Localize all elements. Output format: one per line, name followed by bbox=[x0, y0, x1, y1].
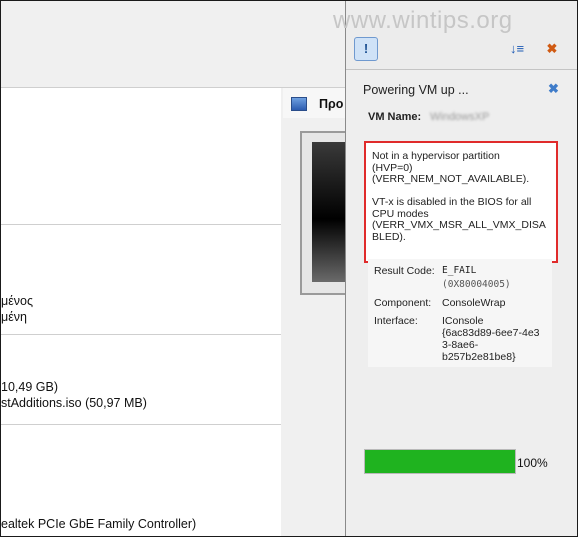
progress-bar bbox=[364, 449, 516, 474]
result-code-label: Result Code: bbox=[374, 265, 435, 277]
error-details-box: Result Code: E_FAIL (0X80004005) Compone… bbox=[368, 259, 552, 367]
detail-line: stAdditions.iso (50,97 MB) bbox=[1, 396, 147, 410]
detail-line: μένη bbox=[1, 310, 27, 324]
vm-details-pane: μένος μένη 10,49 GB) stAdditions.iso (50… bbox=[1, 1, 350, 536]
toolbar-area bbox=[1, 1, 345, 87]
interface-label: Interface: bbox=[374, 315, 418, 327]
error-message-box: Not in a hypervisor partition (HVP=0) (V… bbox=[364, 141, 558, 263]
notification-center: ! ↓≡ ✖ Powering VM up ... ✖ VM Name: Win… bbox=[345, 1, 577, 536]
component-value: ConsoleWrap bbox=[442, 297, 506, 309]
monitor-icon bbox=[291, 97, 307, 111]
clear-all-icon[interactable]: ✖ bbox=[541, 38, 563, 60]
virtualbox-window: μένος μένη 10,49 GB) stAdditions.iso (50… bbox=[0, 0, 578, 537]
vm-name-value: WindowsXP bbox=[430, 111, 490, 123]
details-panel: μένος μένη 10,49 GB) stAdditions.iso (50… bbox=[1, 88, 281, 536]
progress-label: 100% bbox=[517, 456, 548, 470]
divider bbox=[1, 224, 281, 225]
notification-bubble-icon[interactable]: ! bbox=[354, 37, 378, 61]
notification-title: Powering VM up ... bbox=[363, 83, 469, 97]
detail-line: 10,49 GB) bbox=[1, 380, 58, 394]
watermark: www.wintips.org bbox=[333, 7, 513, 34]
preview-screen bbox=[312, 142, 348, 282]
interface-value: IConsole {6ac83d89-6ee7-4e3 3-8ae6- b257… bbox=[442, 315, 540, 363]
detail-line: ealtek PCIe GbE Family Controller) bbox=[1, 517, 197, 531]
result-code-value: E_FAIL bbox=[442, 265, 477, 276]
result-code-hex: (0X80004005) bbox=[442, 279, 511, 290]
error-message: Not in a hypervisor partition (HVP=0) (V… bbox=[372, 150, 546, 243]
divider bbox=[1, 424, 281, 425]
preview-title: Προ bbox=[319, 97, 344, 111]
sort-icon[interactable]: ↓≡ bbox=[506, 38, 528, 60]
close-icon[interactable]: ✖ bbox=[548, 81, 559, 97]
component-label: Component: bbox=[374, 297, 432, 309]
detail-line: μένος bbox=[1, 294, 34, 308]
divider bbox=[1, 334, 281, 335]
vm-name-label: VM Name: bbox=[368, 111, 422, 123]
progress-fill bbox=[365, 450, 515, 473]
notification-card: Powering VM up ... ✖ VM Name: WindowsXP … bbox=[354, 71, 566, 481]
